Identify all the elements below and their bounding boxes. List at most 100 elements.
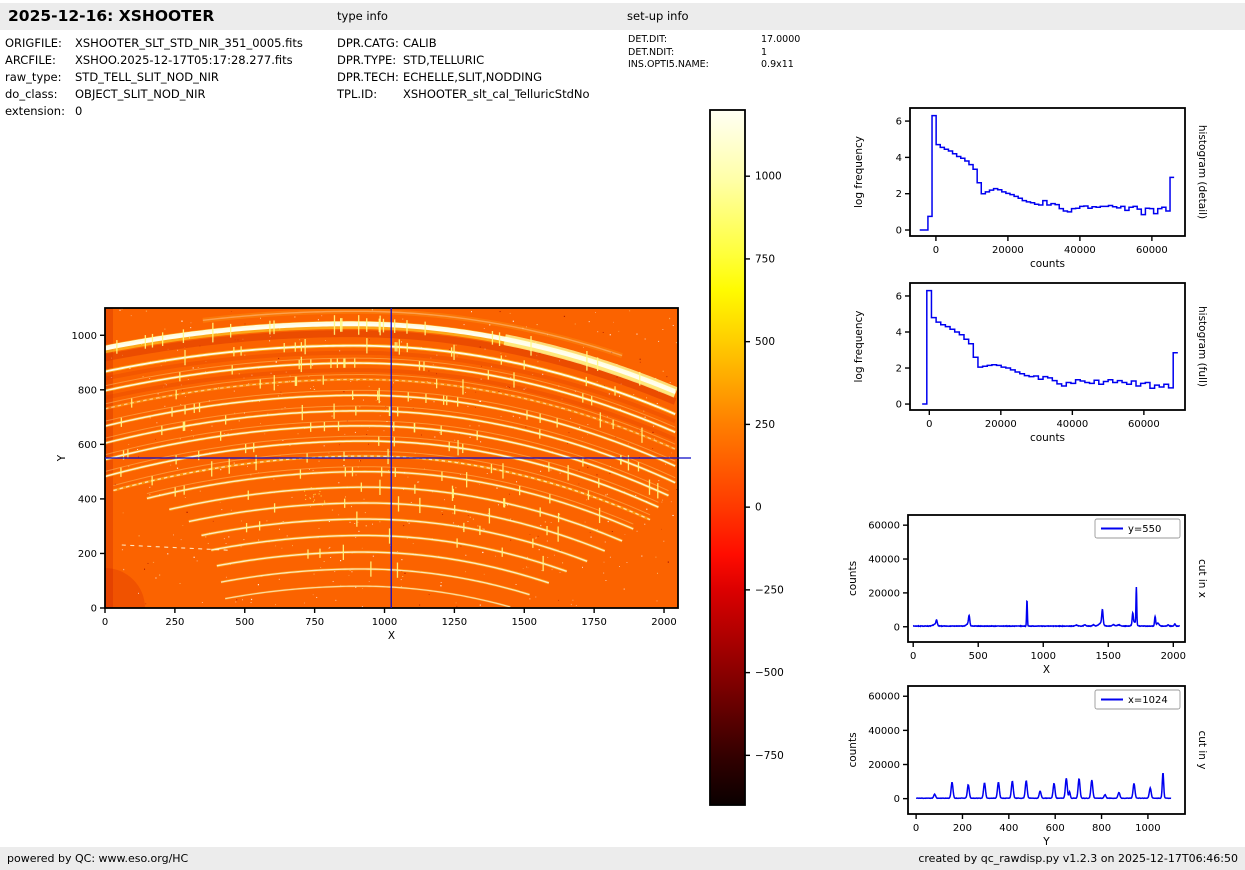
y-tick-label: 6 <box>896 117 902 128</box>
hist_detail-svg: 0 20000 40000 60000 0 2 4 6 counts log frequency h… <box>853 107 1208 270</box>
colorbar-tick-label: 250 <box>755 419 775 431</box>
file-info-block: ORIGFILE: XSHOOTER_SLT_STD_NIR_351_0005.f… <box>5 35 303 120</box>
y-tick-label: 6 <box>896 291 902 302</box>
axes-spine <box>909 282 1186 411</box>
colorbar-tick-label: −250 <box>755 584 784 596</box>
info-row: ARCFILE: XSHOO.2025-12-17T05:17:28.277.fi… <box>5 52 303 69</box>
info-row: INS.OPTI5.NAME: 0.9x11 <box>628 59 800 72</box>
info-label: DPR.CATG: <box>337 36 399 50</box>
x-axis-label: counts <box>1030 258 1065 270</box>
info-value: STD,TELLURIC <box>403 53 485 67</box>
info-label: DET.DIT: <box>628 34 668 45</box>
setup-info-section-title: set-up info <box>627 9 689 23</box>
colorbar-axes: 1000 750 500 250 0 −250 −500 −750 <box>709 109 784 806</box>
setup-info-block: DET.DIT: 17.0000 DET.NDIT: 1 INS.OPTI5.NAME:… <box>628 34 800 72</box>
x-tick-label: 1250 <box>442 617 467 628</box>
info-row: DET.DIT: 17.0000 <box>628 34 800 47</box>
x-tick-label: 0 <box>910 651 916 662</box>
y-tick-label: 20000 <box>868 760 900 771</box>
y-tick-label: 0 <box>91 604 97 615</box>
right-axis-label: histogram (detail) <box>1196 125 1208 219</box>
info-row: extension: 0 <box>5 103 303 120</box>
x-tick-label: 200 <box>953 823 972 834</box>
colorbar: 1000 750 500 250 0 −250 −500 −750 <box>709 109 784 806</box>
info-row: raw_type: STD_TELL_SLIT_NOD_NIR <box>5 69 303 86</box>
info-label: INS.OPTI5.NAME: <box>628 59 709 70</box>
y-tick-label: 800 <box>78 385 97 396</box>
x-tick-label: 1500 <box>512 617 537 628</box>
x-tick-label: 60000 <box>1136 245 1168 256</box>
plot-line <box>912 587 1181 628</box>
x-tick-label: 400 <box>999 823 1018 834</box>
info-label: TPL.ID: <box>337 87 378 101</box>
colorbar-tick-label: −750 <box>755 750 784 762</box>
x-tick-label: 250 <box>165 617 184 628</box>
info-value: XSHOOTER_slt_cal_TelluricStdNo <box>403 87 590 101</box>
x-tick-label: 20000 <box>992 245 1024 256</box>
x-tick-label: 60000 <box>1128 419 1160 430</box>
cut-in-x-plot: 0 500 1000 1500 2000 0 20000 40000 60000 Xcounts c… <box>847 514 1208 676</box>
y-tick-label: 0 <box>896 400 902 411</box>
info-value: CALIB <box>403 36 437 50</box>
x-axis-label: X <box>388 630 395 642</box>
page-title: 2025-12-16: XSHOOTER <box>8 7 215 25</box>
info-row: DPR.TYPE: STD,TELLURIC <box>337 52 590 69</box>
y-tick-label: 40000 <box>868 726 900 737</box>
raw-frame-axes: 0 250 500 750 1000 1250 1500 1750 2000 0 200 400 600… <box>56 307 691 642</box>
footer-powered-by: powered by QC: www.eso.org/HC <box>7 852 189 865</box>
x-tick-label: 1500 <box>1096 651 1121 662</box>
info-value: ECHELLE,SLIT,NODDING <box>403 70 542 84</box>
raw-frame-plot: 0 250 500 750 1000 1250 1500 1750 2000 0 200 400 600… <box>56 307 691 642</box>
colorbar-outline <box>709 109 746 806</box>
qc-report-page: 2025-12-16: XSHOOTER type info set-up in… <box>0 0 1245 870</box>
plot-line <box>916 773 1172 800</box>
y-tick-label: 0 <box>894 794 900 805</box>
cut-in-y-plot: 0 200 400 600 800 1000 0 20000 40000 60000 Ycounts… <box>847 685 1208 848</box>
x-tick-label: 1000 <box>1031 651 1056 662</box>
axes-spine <box>909 107 1186 237</box>
colorbar-tick-label: 500 <box>755 336 775 348</box>
x-tick-label: 600 <box>1046 823 1065 834</box>
y-tick-label: 600 <box>78 440 97 451</box>
info-value: 1 <box>761 46 768 58</box>
info-value: 0 <box>75 104 83 118</box>
y-tick-label: 40000 <box>868 555 900 566</box>
y-axis-label: Y <box>56 454 68 462</box>
info-row: DET.NDIT: 1 <box>628 47 800 60</box>
x-tick-label: 800 <box>1092 823 1111 834</box>
cut_y-svg: 0 200 400 600 800 10000200004000060000Ycounts… <box>847 685 1208 848</box>
colorbar-tick-label: −500 <box>755 667 784 679</box>
hist_full-svg: 0 20000 40000 60000 0 2 4 6 counts log frequency h… <box>853 282 1208 444</box>
info-value: XSHOOTER_SLT_STD_NIR_351_0005.fits <box>75 36 303 50</box>
y-tick-label: 0 <box>894 622 900 633</box>
x-tick-label: 0 <box>102 617 108 628</box>
histogram-detail-plot: 0 20000 40000 60000 0 2 4 6 counts log frequency h… <box>853 107 1208 270</box>
y-tick-label: 60000 <box>868 521 900 532</box>
info-label: ARCFILE: <box>5 53 56 67</box>
info-label: raw_type: <box>5 70 62 84</box>
x-tick-label: 0 <box>933 245 939 256</box>
x-tick-label: 20000 <box>985 419 1017 430</box>
info-value: STD_TELL_SLIT_NOD_NIR <box>75 70 219 84</box>
colorbar-tick-label: 750 <box>755 253 775 265</box>
right-axis-label: cut in x <box>1196 559 1208 598</box>
y-tick-label: 0 <box>896 226 902 237</box>
histogram-full-plot: 0 20000 40000 60000 0 2 4 6 counts log frequency h… <box>853 282 1208 444</box>
info-row: ORIGFILE: XSHOOTER_SLT_STD_NIR_351_0005.f… <box>5 35 303 52</box>
y-tick-label: 2 <box>896 364 902 375</box>
plot-line <box>922 289 1178 405</box>
y-axis-label: log frequency <box>853 310 865 382</box>
right-axis-label: histogram (full) <box>1196 306 1208 387</box>
plot-line <box>919 114 1175 231</box>
x-tick-label: 0 <box>913 823 919 834</box>
y-tick-label: 200 <box>78 549 97 560</box>
x-axis-label: counts <box>1030 432 1065 444</box>
x-tick-label: 1750 <box>581 617 606 628</box>
info-row: TPL.ID: XSHOOTER_slt_cal_TelluricStdNo <box>337 86 590 103</box>
y-tick-label: 1000 <box>72 331 97 342</box>
info-label: DPR.TYPE: <box>337 53 397 67</box>
legend-label: x=1024 <box>1128 695 1168 706</box>
x-tick-label: 1000 <box>1135 823 1160 834</box>
info-label: extension: <box>5 104 65 118</box>
type-info-block: DPR.CATG: CALIB DPR.TYPE: STD,TELLURIC DPR.T… <box>337 35 590 103</box>
